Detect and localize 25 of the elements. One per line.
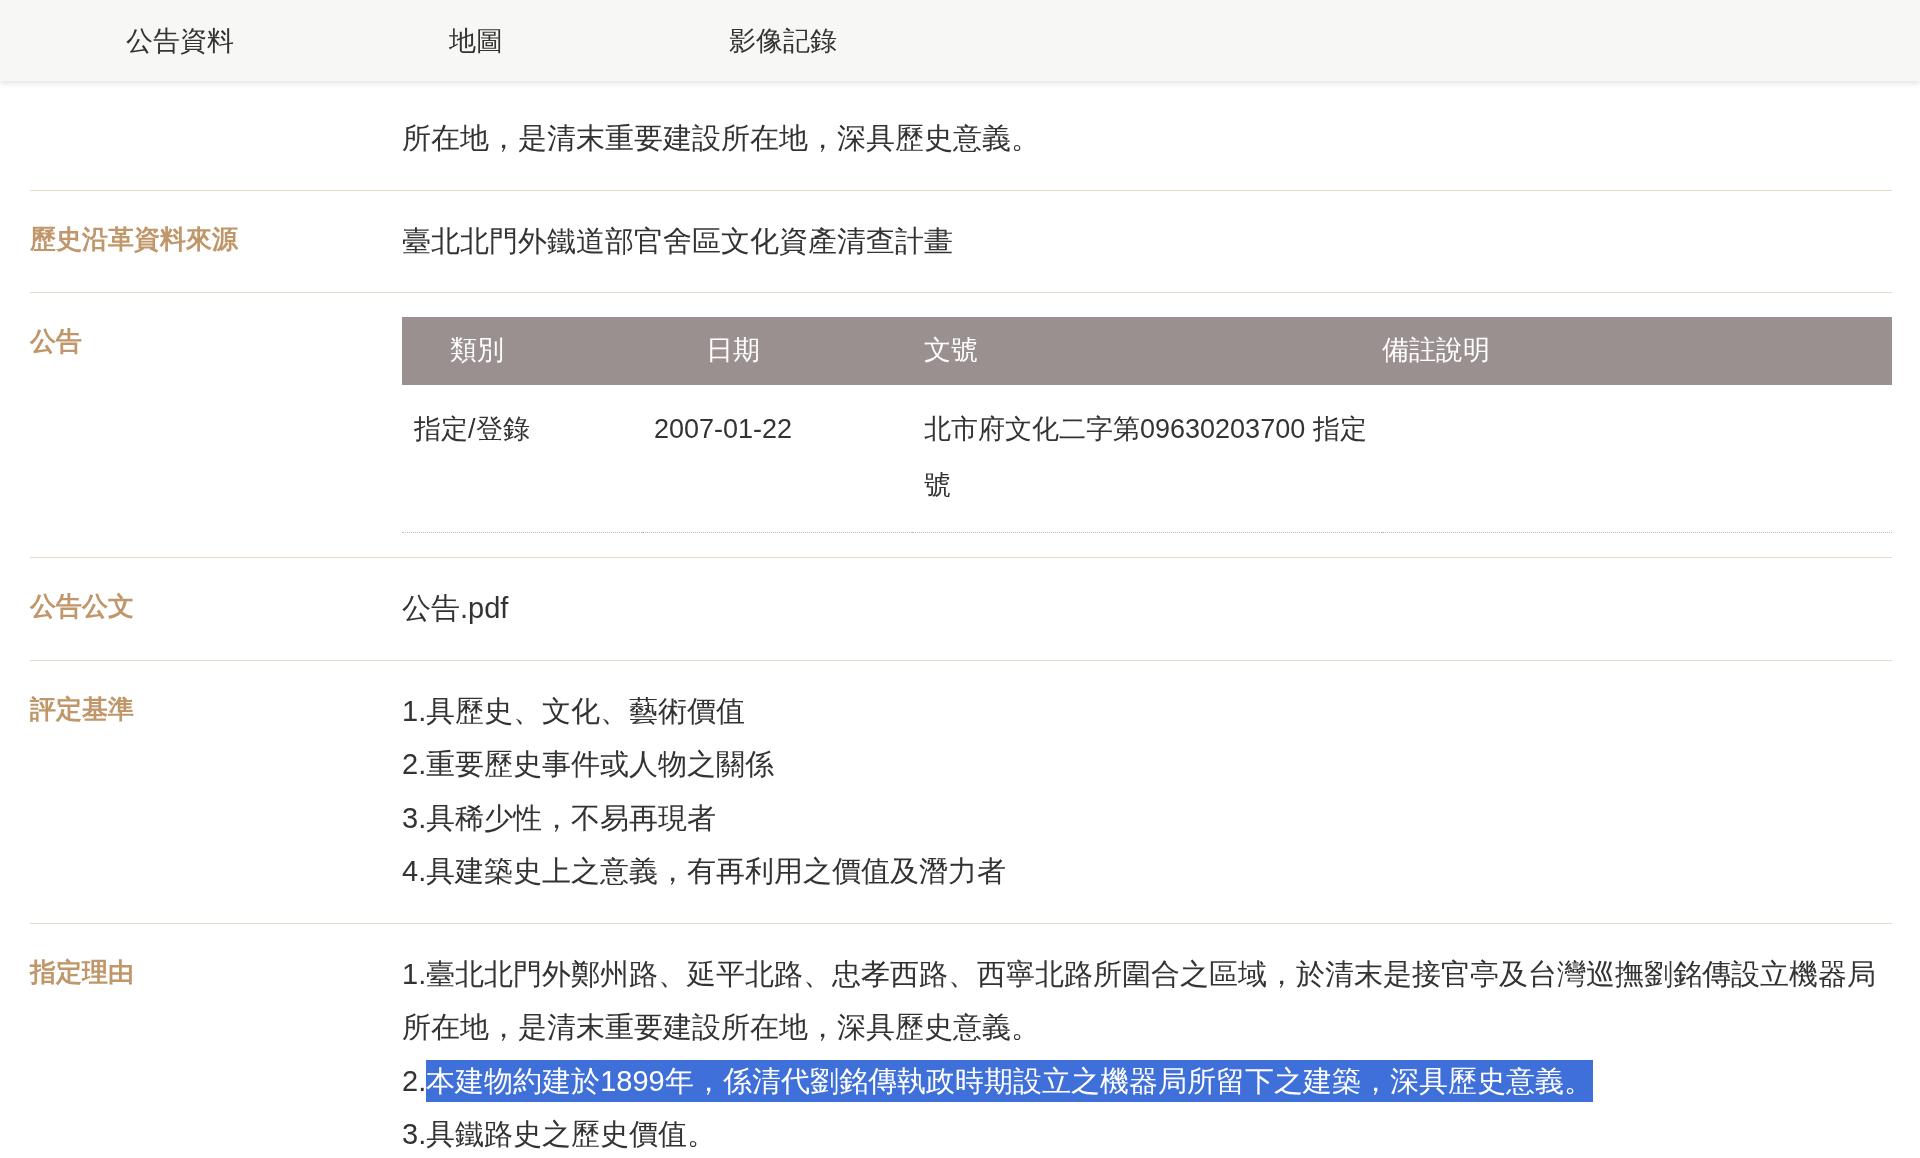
field-label: 公告公文 [30,590,135,623]
nav-tab[interactable]: 影像記錄 [729,22,837,59]
list-item: 1.具歷史、文化、藝術價值 [402,693,747,729]
file-link[interactable]: 公告.pdf [402,592,509,624]
table-cell: 2007-01-22 [642,385,912,533]
list-item: 2.重要歷史事件或人物之關係 [402,747,776,782]
list-item: 4.具建築史上之意義，有再利用之價值及潛力者 [402,854,1008,889]
field-text: 臺北北門外鐵道部官舍區文化資產清查計畫 [402,224,953,257]
column-header: 日期 [642,317,912,385]
column-header: 類別 [402,317,642,385]
column-header: 備註說明 [1382,317,1892,385]
list-item: 3.具鐵路史之歷史價值。 [402,1117,718,1152]
field-label: 歷史沿革資料來源 [30,222,239,256]
list-item: 3.具稀少性，不易再現者 [402,800,718,836]
field-label: 公告 [30,325,83,358]
field-text: 所在地，是清末重要建設所在地，深具歷史意義。 [402,122,1040,154]
column-header: 文號 [912,317,1382,385]
table-cell: 指定/登錄 [402,385,642,533]
list-item: 1.臺北北門外鄭州路、延平北路、忠孝西路、西寧北路所圍合之區域，於清末是接官亭及台灣巡撫劉銘傳設立機器局所在地，是清末重要建設所在地，深具歷史意義。 [402,956,1878,1045]
field-label: 評定基準 [30,692,135,726]
table-cell: 北市府文化二字第09630203700 指定號 [912,385,1382,533]
nav-tab[interactable]: 公告資料 [126,22,234,59]
selected-text: 本建物約建於1899年，係清代劉銘傳執政時期設立之機器局所留下之建築，深具歷史意義。 [426,1059,1593,1102]
nav-tab[interactable]: 地圖 [449,22,503,59]
field-label: 指定理由 [30,955,135,989]
